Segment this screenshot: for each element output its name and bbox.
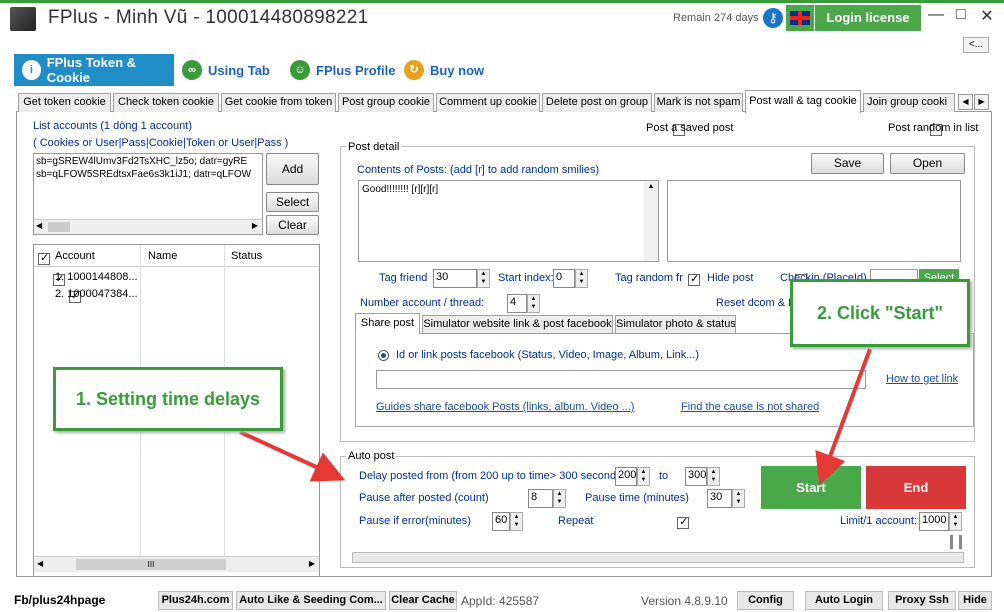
- subtab-post-wall-tag[interactable]: Post wall & tag cookie: [745, 90, 861, 113]
- plus24h-button[interactable]: Plus24h.com: [158, 591, 233, 610]
- clear-cache-button[interactable]: Clear Cache: [389, 591, 457, 610]
- callout-setting-delays: 1. Setting time delays: [53, 367, 283, 431]
- appid-label: AppId: 425587: [461, 594, 540, 608]
- callout-click-start: 2. Click "Start": [790, 279, 970, 347]
- config-button[interactable]: Config: [737, 591, 794, 610]
- proxy-ssh-button[interactable]: Proxy Ssh: [888, 591, 956, 610]
- auto-like-button[interactable]: Auto Like & Seeding Com...: [236, 591, 386, 610]
- hide-button[interactable]: Hide: [958, 591, 992, 610]
- tab-share-post[interactable]: Share post: [355, 313, 420, 334]
- version-label: Version 4.8.9.10: [641, 594, 728, 608]
- auto-login-button[interactable]: Auto Login: [805, 591, 883, 610]
- fb-page-label: Fb/plus24hpage: [14, 593, 106, 607]
